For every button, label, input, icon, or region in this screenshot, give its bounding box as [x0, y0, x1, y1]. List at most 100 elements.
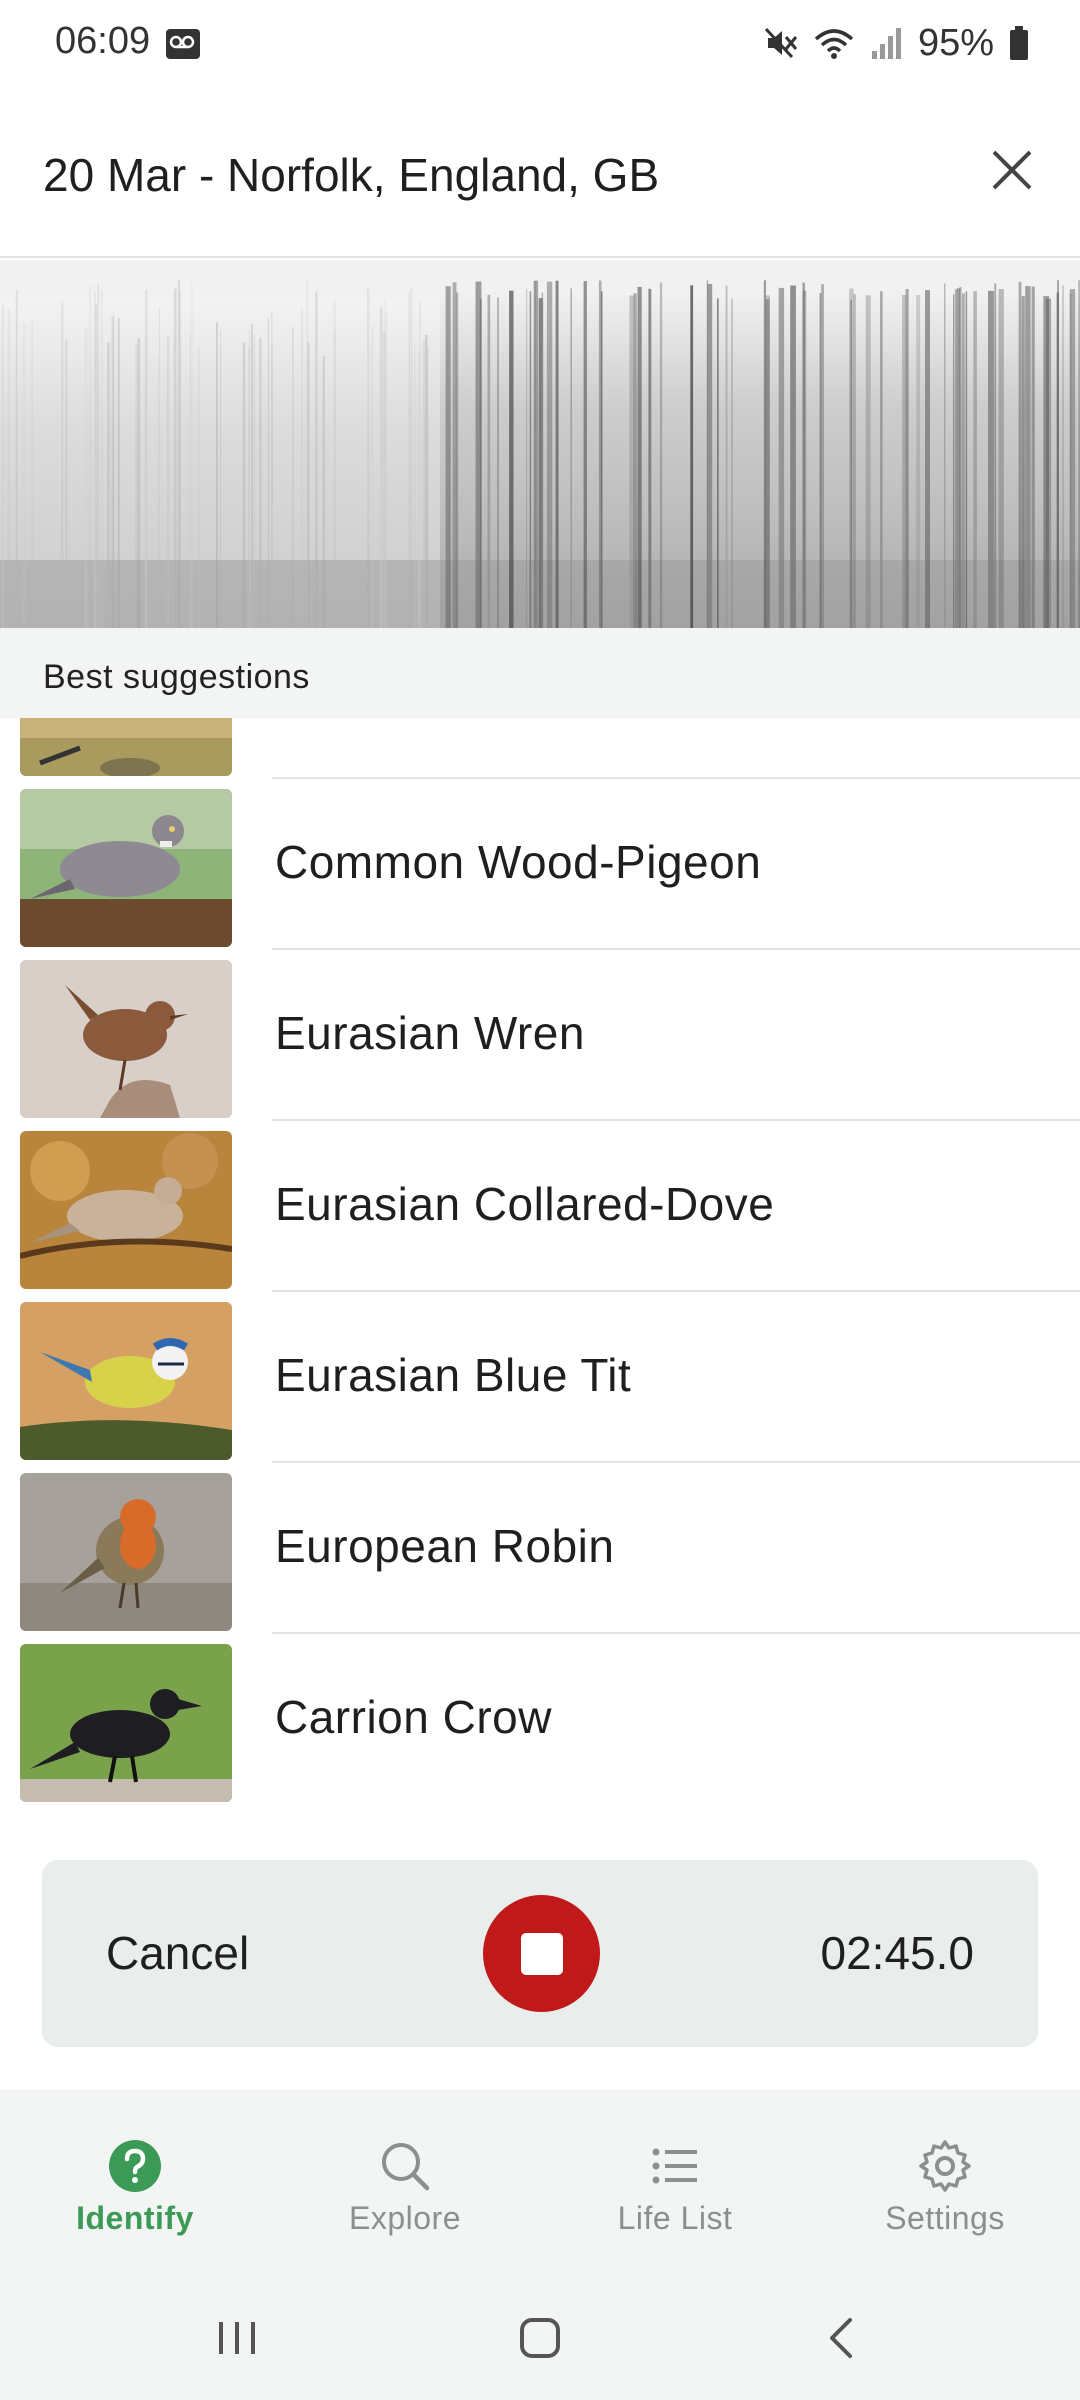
page-title: 20 Mar - Norfolk, England, GB: [43, 149, 660, 201]
recording-timer: 02:45.0: [820, 1927, 974, 1979]
spectrogram-streak: [267, 318, 269, 628]
spectrogram-streak: [419, 300, 421, 628]
spectrogram-streak: [379, 307, 383, 628]
list-item[interactable]: Eurasian Collared-Dove: [0, 1121, 1080, 1292]
spectrogram-streak: [1025, 286, 1031, 628]
list-item[interactable]: Eurasian Wren: [0, 950, 1080, 1121]
spectrogram-streak: [107, 342, 110, 628]
spectrogram-streak: [959, 286, 962, 628]
spectrogram-streak: [600, 291, 603, 628]
species-name: European Robin: [275, 1520, 615, 1572]
status-time: 06:09: [55, 20, 151, 62]
recent-apps-icon[interactable]: [207, 2308, 267, 2368]
spectrogram-streak: [962, 293, 965, 628]
section-title: Best suggestions: [43, 658, 310, 696]
spectrogram-streak: [253, 333, 256, 628]
nav-identify[interactable]: Identify: [0, 2090, 270, 2272]
spectrogram: [0, 260, 1080, 628]
spectrogram-streak: [117, 318, 120, 628]
stop-recording-button[interactable]: [483, 1895, 600, 2012]
home-icon[interactable]: [510, 2308, 570, 2368]
spectrogram-streak: [84, 328, 88, 628]
spectrogram-streak: [902, 294, 907, 628]
spectrogram-streak: [802, 290, 807, 628]
spectrogram-streak: [292, 327, 294, 628]
spectrogram-streak: [526, 289, 528, 628]
spectrogram-streak: [408, 291, 411, 628]
back-icon[interactable]: [812, 2308, 872, 2368]
spectrogram-streak: [137, 338, 141, 628]
close-icon: [992, 150, 1032, 190]
spectrogram-streak: [637, 286, 642, 628]
spectrogram-streak: [322, 355, 325, 628]
spectrogram-streak: [157, 357, 159, 628]
spectrogram-streak: [65, 339, 68, 628]
spectrogram-streak: [509, 290, 514, 628]
nav-label: Settings: [885, 2200, 1005, 2236]
spectrogram-streak: [31, 319, 34, 628]
signal-icon: [871, 28, 901, 59]
nav-explore[interactable]: Explore: [270, 2090, 540, 2272]
spectrogram-streak: [189, 333, 191, 628]
spectrogram-streak: [248, 330, 252, 628]
spectrogram-streak: [865, 295, 871, 628]
spectrogram-streak: [383, 332, 386, 628]
wren-photo: [20, 960, 232, 1118]
spectrogram-streak: [166, 336, 170, 628]
list-icon: [652, 2148, 697, 2184]
bottom-nav: Identify Explore Life List Settings: [0, 2090, 1080, 2272]
spectrogram-streak: [973, 291, 977, 628]
spectrogram-streak: [216, 322, 218, 628]
list-item[interactable]: Carrion Crow: [0, 1634, 1080, 1805]
suggestion-list: Common Wood-Pigeon Eurasian Wren Eurasia…: [0, 718, 1080, 1818]
species-name: Eurasian Wren: [275, 1007, 585, 1059]
spectrogram-streak: [988, 290, 994, 628]
status-bar: 06:09 95%: [0, 0, 1080, 88]
spectrogram-streak: [1018, 281, 1022, 628]
spectrogram-streak: [1057, 280, 1059, 628]
bird-thumbnail-partial: [20, 718, 232, 776]
close-button[interactable]: [982, 140, 1042, 200]
wifi-icon: [814, 29, 854, 59]
nav-settings[interactable]: Settings: [810, 2090, 1080, 2272]
collared-dove-photo: [20, 1131, 232, 1289]
spectrogram-streak: [455, 292, 459, 628]
status-icons: 95%: [762, 18, 1030, 68]
spectrogram-streak: [1069, 293, 1072, 628]
recording-controls: Cancel 02:45.0: [42, 1860, 1038, 2047]
species-name: Common Wood-Pigeon: [275, 836, 762, 888]
recording-header: 20 Mar - Norfolk, England, GB: [0, 88, 1080, 258]
spectrogram-streak: [315, 292, 317, 628]
list-item[interactable]: European Robin: [0, 1463, 1080, 1634]
spectrogram-streak: [534, 280, 539, 628]
spectrogram-streak: [707, 283, 713, 628]
list-item[interactable]: [0, 718, 1080, 779]
list-item[interactable]: Eurasian Blue Tit: [0, 1292, 1080, 1463]
spectrogram-streak: [850, 299, 852, 628]
spectrogram-streak: [445, 286, 451, 628]
species-name: Carrion Crow: [275, 1691, 552, 1743]
spectrogram-streak: [334, 329, 336, 628]
spectrogram-streak: [385, 312, 388, 628]
wood-pigeon-photo: [20, 789, 232, 947]
nav-label: Explore: [349, 2200, 461, 2236]
spectrogram-streak: [306, 280, 309, 628]
spectrogram-streak: [2, 305, 4, 628]
spectrogram-streak: [414, 343, 416, 628]
cancel-button[interactable]: Cancel: [106, 1926, 249, 1980]
spectrogram-streak: [497, 297, 499, 628]
spectrogram-streak: [725, 285, 728, 628]
list-item[interactable]: Common Wood-Pigeon: [0, 779, 1080, 950]
section-header: Best suggestions: [0, 628, 1080, 718]
spectrogram-streak: [1043, 296, 1049, 628]
mute-icon: [764, 27, 798, 59]
battery-icon: [1010, 26, 1028, 60]
nav-life-list[interactable]: Life List: [540, 2090, 810, 2272]
spectrogram-streak: [371, 326, 374, 628]
spectrogram-streak: [1031, 286, 1035, 628]
spectrogram-image: [0, 260, 1080, 628]
spectrogram-streak: [271, 342, 273, 628]
blue-tit-photo: [20, 1302, 232, 1460]
spectrogram-streak: [555, 280, 559, 628]
spectrogram-streak: [251, 339, 254, 628]
